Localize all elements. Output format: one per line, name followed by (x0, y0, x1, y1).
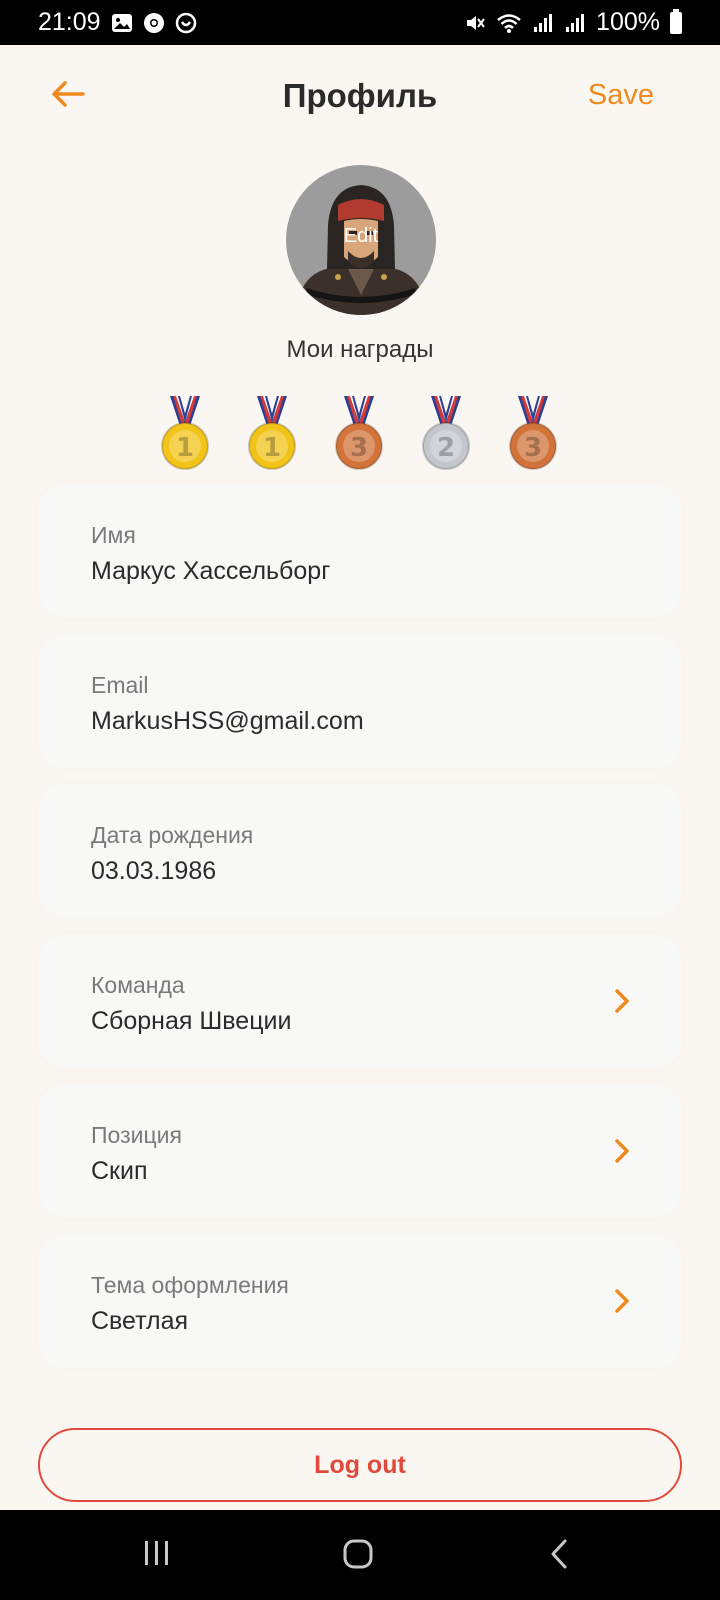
team-selector[interactable]: Команда Сборная Швеции (38, 934, 682, 1068)
status-bar: 21:09 100% (0, 0, 720, 45)
medal-place-label: 3 (524, 433, 542, 463)
chevron-right-icon (615, 1289, 629, 1313)
status-right: 100% (464, 8, 682, 37)
medal-icon: 3 (335, 396, 383, 470)
battery-percent: 100% (596, 8, 660, 36)
field-label: Тема оформления (91, 1272, 289, 1298)
medal-place-label: 3 (350, 433, 368, 463)
logout-button[interactable]: Log out (38, 1428, 682, 1502)
field-value: Сборная Швеции (91, 1007, 292, 1035)
email-field[interactable]: Email MarkusHSS@gmail.com (38, 634, 682, 768)
medal-icon: 1 (248, 396, 296, 470)
field-label: Email (91, 672, 149, 698)
app-icon (175, 12, 196, 33)
status-time: 21:09 (38, 8, 101, 36)
medal-place-label: 1 (263, 433, 281, 463)
field-value: 03.03.1986 (91, 857, 217, 885)
chevron-right-icon (615, 989, 629, 1013)
back-nav-icon[interactable] (548, 1538, 570, 1570)
chevron-right-icon (615, 1139, 629, 1163)
signal-icon (566, 13, 585, 32)
status-left: 21:09 (38, 8, 197, 37)
field-value: Маркус Хассельборг (91, 557, 331, 585)
field-value: Скип (91, 1157, 148, 1185)
medal-icon: 1 (161, 396, 209, 470)
medal-icon: 3 (509, 396, 557, 470)
theme-selector[interactable]: Тема оформления Светлая (38, 1234, 682, 1368)
field-value: MarkusHSS@gmail.com (91, 707, 364, 735)
field-label: Позиция (91, 1122, 182, 1148)
field-value: Светлая (91, 1307, 189, 1335)
avatar-edit-label: Edit (343, 225, 379, 247)
medal-icon: 2 (422, 396, 470, 470)
header: Профиль Save (0, 45, 720, 153)
save-button[interactable]: Save (588, 79, 654, 112)
birthdate-field[interactable]: Дата рождения 03.03.1986 (38, 784, 682, 918)
medals-row: 1 1 3 2 3 (160, 396, 560, 471)
battery-icon (670, 8, 682, 34)
home-icon[interactable] (342, 1538, 374, 1570)
signal-icon (534, 13, 553, 32)
mute-icon (467, 15, 485, 30)
navigation-bar (0, 1510, 720, 1600)
avatar[interactable]: Edit (286, 165, 436, 315)
logout-label: Log out (314, 1450, 406, 1479)
recent-apps-icon[interactable] (142, 1538, 172, 1568)
awards-title: Мои награды (286, 336, 434, 363)
field-label: Дата рождения (91, 822, 254, 848)
medal-place-label: 2 (437, 433, 455, 463)
field-label: Команда (91, 972, 185, 998)
name-field[interactable]: Имя Маркус Хассельборг (38, 484, 682, 618)
field-label: Имя (91, 522, 136, 548)
chrome-icon (143, 12, 164, 33)
wifi-icon (497, 13, 521, 33)
position-selector[interactable]: Позиция Скип (38, 1084, 682, 1218)
medal-place-label: 1 (176, 433, 194, 463)
gallery-icon (111, 13, 132, 32)
